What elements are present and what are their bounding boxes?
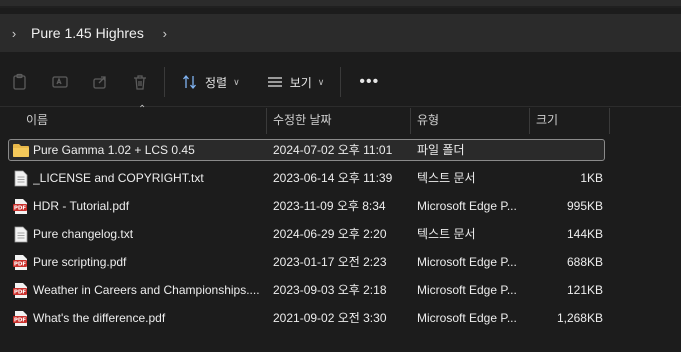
file-row[interactable]: _LICENSE and COPYRIGHT.txt 2023-06-14 오후…: [0, 166, 681, 194]
tab-strip-edge: [0, 0, 681, 6]
svg-text:PDF: PDF: [14, 261, 27, 267]
svg-text:PDF: PDF: [14, 289, 27, 295]
file-size: 144KB: [566, 227, 603, 241]
svg-text:PDF: PDF: [14, 317, 27, 323]
breadcrumb-root-chevron-icon[interactable]: ›: [5, 26, 23, 41]
view-icon: [267, 77, 282, 87]
view-button[interactable]: 보기 ∨: [258, 67, 333, 97]
file-date: 2021-09-02 오전 3:30: [273, 311, 387, 325]
file-row[interactable]: PDF Pure scripting.pdf 2023-01-17 오전 2:2…: [0, 250, 681, 278]
file-row-folder[interactable]: Pure Gamma 1.02 + LCS 0.45 2024-07-02 오후…: [0, 138, 681, 166]
file-date: 2023-01-17 오전 2:23: [273, 255, 387, 269]
file-name: Weather in Careers and Championships....: [33, 283, 260, 297]
file-size: 995KB: [566, 199, 603, 213]
svg-text:PDF: PDF: [14, 205, 27, 211]
file-date: 2024-06-29 오후 2:20: [273, 227, 387, 241]
file-type: 파일 폴더: [417, 143, 465, 157]
file-size: 1,268KB: [556, 311, 603, 325]
file-type: 텍스트 문서: [417, 227, 476, 241]
column-header-name[interactable]: 이름: [20, 108, 267, 134]
address-bar[interactable]: › Pure 1.45 Highres ›: [0, 14, 681, 52]
file-row[interactable]: Pure changelog.txt 2024-06-29 오후 2:20 텍스…: [0, 222, 681, 250]
file-date: 2023-09-03 오후 2:18: [273, 283, 387, 297]
file-type: Microsoft Edge P...: [417, 311, 517, 325]
pdf-file-icon: PDF: [12, 197, 30, 215]
file-size: 121KB: [566, 283, 603, 297]
more-options-button[interactable]: •••: [349, 73, 389, 91]
chevron-down-icon: ∨: [317, 76, 325, 87]
file-row[interactable]: PDF HDR - Tutorial.pdf 2023-11-09 오후 8:3…: [0, 194, 681, 222]
sort-icon: [183, 74, 196, 90]
file-row[interactable]: PDF Weather in Careers and Championships…: [0, 278, 681, 306]
text-file-icon: [12, 169, 30, 187]
sort-button[interactable]: 정렬 ∨: [173, 67, 248, 97]
sort-label: 정렬: [205, 75, 228, 90]
file-type: 텍스트 문서: [417, 171, 476, 185]
column-header-row: ⌃ 이름 수정한 날짜 유형 크기: [0, 104, 681, 134]
file-name: Pure Gamma 1.02 + LCS 0.45: [33, 143, 195, 157]
breadcrumb-folder[interactable]: Pure 1.45 Highres: [31, 25, 144, 41]
file-date: 2023-11-09 오후 8:34: [273, 199, 386, 213]
view-label: 보기: [289, 75, 312, 90]
chevron-down-icon: ∨: [233, 76, 240, 87]
pdf-file-icon: PDF: [12, 253, 30, 271]
column-header-size[interactable]: 크기: [530, 108, 610, 134]
paste-icon[interactable]: [6, 68, 34, 96]
column-header-date[interactable]: 수정한 날짜: [267, 108, 411, 134]
file-size: 1KB: [580, 171, 603, 185]
file-name: HDR - Tutorial.pdf: [33, 199, 130, 213]
text-file-icon: [12, 225, 30, 243]
file-date: 2024-07-02 오후 11:01: [273, 143, 393, 157]
file-size: 688KB: [566, 255, 603, 269]
pdf-file-icon: PDF: [12, 281, 30, 299]
file-type: Microsoft Edge P...: [417, 199, 517, 213]
folder-icon: [12, 141, 30, 159]
rename-icon[interactable]: [46, 68, 74, 96]
window-top-strip: [0, 0, 681, 8]
breadcrumb-chevron-icon[interactable]: ›: [156, 26, 174, 41]
file-list: Pure Gamma 1.02 + LCS 0.45 2024-07-02 오후…: [0, 138, 681, 334]
toolbar-separator: [164, 67, 165, 97]
file-date: 2023-06-14 오후 11:39: [273, 171, 393, 185]
file-name: Pure scripting.pdf: [33, 255, 127, 269]
file-type: Microsoft Edge P...: [417, 283, 517, 297]
toolbar-separator: [340, 67, 342, 97]
command-bar: 정렬 ∨ 보기 ∨ •••: [0, 58, 681, 107]
file-size: [535, 138, 603, 162]
file-name: Pure changelog.txt: [33, 227, 134, 241]
file-row[interactable]: PDF What's the difference.pdf 2021-09-02…: [0, 306, 681, 334]
file-name: What's the difference.pdf: [33, 311, 166, 325]
file-type: Microsoft Edge P...: [417, 255, 517, 269]
share-icon[interactable]: [86, 68, 114, 96]
pdf-file-icon: PDF: [12, 309, 30, 327]
column-header-type[interactable]: 유형: [411, 108, 530, 134]
file-name: _LICENSE and COPYRIGHT.txt: [33, 171, 204, 185]
delete-icon[interactable]: [126, 68, 154, 96]
